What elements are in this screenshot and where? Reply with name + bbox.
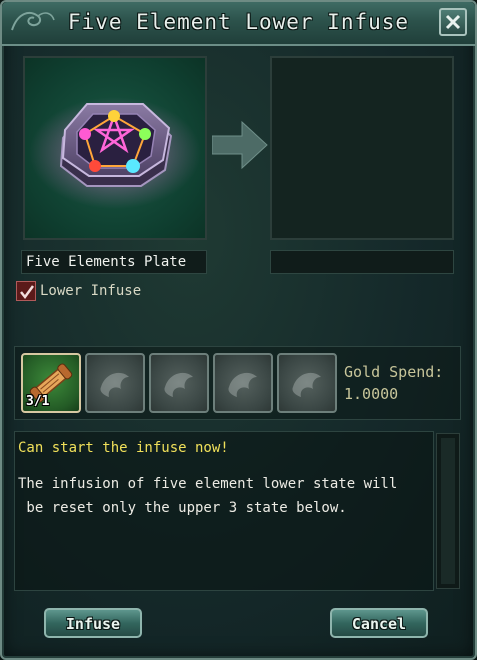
cancel-button[interactable]: Cancel — [330, 608, 428, 638]
materials-panel: 3/1 Gold Spend: 1.0000 — [14, 346, 461, 420]
material-slot-5[interactable] — [277, 353, 337, 413]
empty-slot-icon — [100, 372, 129, 397]
close-button[interactable] — [439, 8, 467, 36]
info-panel: Can start the infuse now! The infusion o… — [14, 431, 434, 591]
empty-slot-icon — [164, 372, 193, 397]
arrow-right-icon — [212, 120, 268, 170]
gold-spend-value: 1.0000 — [344, 385, 399, 403]
info-scrollbar[interactable] — [436, 433, 460, 589]
material-slot-3[interactable] — [149, 353, 209, 413]
five-elements-plate-icon — [29, 97, 201, 209]
material-slot-4[interactable] — [213, 353, 273, 413]
source-item-slot[interactable] — [23, 56, 207, 240]
window-title: Five Element Lower Infuse — [67, 10, 410, 34]
infuse-description: The infusion of five element lower state… — [18, 476, 398, 516]
source-item-name-box: Five Elements Plate — [21, 250, 207, 274]
close-icon — [445, 14, 461, 30]
title-bar: Five Element Lower Infuse — [2, 2, 475, 46]
checkmark-icon — [20, 285, 35, 300]
infuse-window: Five Element Lower Infuse Five Elements … — [0, 0, 477, 660]
result-item-slot[interactable] — [270, 56, 454, 240]
cancel-button-label: Cancel — [351, 615, 407, 633]
lower-infuse-label: Lower Infuse — [40, 283, 142, 299]
infuse-button-label: Infuse — [65, 615, 121, 633]
empty-slot-icon — [292, 372, 321, 397]
material-count: 3/1 — [26, 394, 50, 409]
empty-slot-icon — [228, 372, 257, 397]
gold-spend-label: Gold Spend: — [344, 363, 444, 381]
infuse-status-text: Can start the infuse now! — [18, 440, 229, 456]
infuse-button[interactable]: Infuse — [44, 608, 142, 638]
material-slot-2[interactable] — [85, 353, 145, 413]
scrollbar-track[interactable] — [441, 438, 455, 584]
source-item-name: Five Elements Plate — [26, 254, 187, 270]
result-item-name-box — [270, 250, 454, 274]
material-slot-1[interactable]: 3/1 — [21, 353, 81, 413]
lower-infuse-checkbox[interactable] — [16, 281, 36, 301]
